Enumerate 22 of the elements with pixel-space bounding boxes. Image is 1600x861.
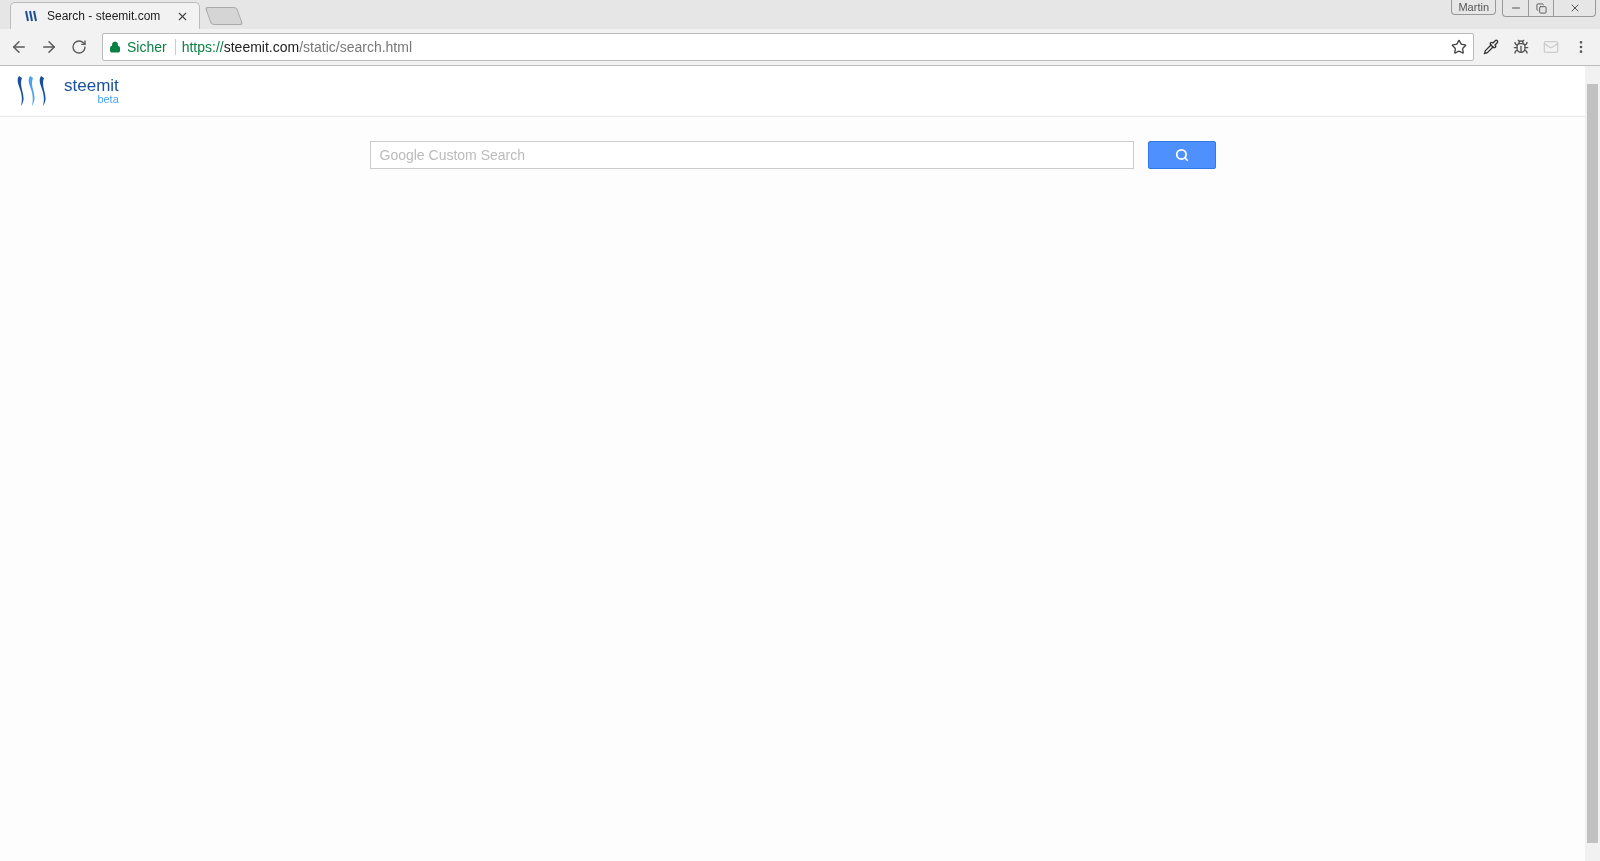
profile-button[interactable]: Martin bbox=[1451, 0, 1496, 15]
logo-icon bbox=[16, 74, 48, 108]
envelope-icon bbox=[1543, 39, 1559, 55]
url-text: https://steemit.com/static/search.html bbox=[181, 39, 413, 55]
bug-icon bbox=[1513, 39, 1529, 55]
restore-icon bbox=[1535, 2, 1547, 14]
reload-icon bbox=[71, 39, 87, 55]
bookmark-star-icon[interactable] bbox=[1451, 39, 1467, 55]
forward-arrow-icon bbox=[40, 38, 58, 56]
brand-name[interactable]: steemit bbox=[64, 77, 119, 94]
lock-icon bbox=[109, 41, 121, 53]
search-field[interactable]: Google Custom Search bbox=[369, 141, 1134, 169]
beta-tag: beta bbox=[97, 94, 119, 105]
address-bar[interactable]: Sicher https://steemit.com/static/search.html bbox=[102, 33, 1474, 61]
search-button[interactable] bbox=[1147, 141, 1216, 169]
search-icon bbox=[1174, 148, 1189, 162]
scrollbar[interactable] bbox=[1585, 66, 1600, 861]
browser-tab[interactable]: Search - steemit.com bbox=[10, 2, 200, 29]
security-label: Sicher bbox=[127, 39, 176, 55]
eyedropper-icon bbox=[1483, 39, 1499, 55]
tab-title: Search - steemit.com bbox=[47, 9, 162, 23]
tab-favicon-icon bbox=[25, 10, 39, 22]
